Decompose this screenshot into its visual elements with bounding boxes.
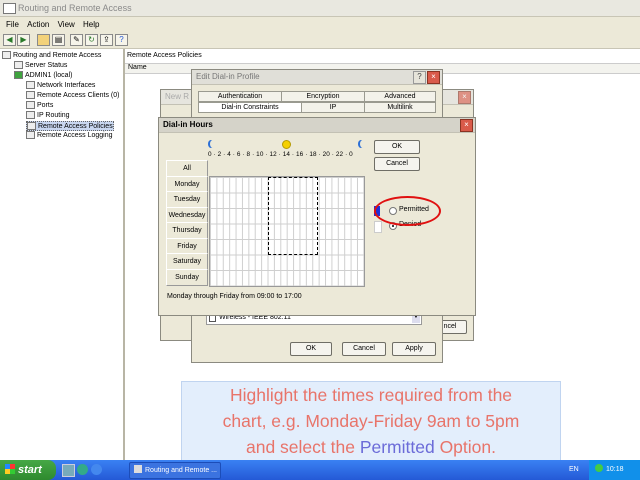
tree-item-root[interactable]: Routing and Remote Access xyxy=(2,51,101,59)
close-icon[interactable]: × xyxy=(427,71,440,84)
clock: 10:18 xyxy=(606,466,624,473)
close-icon[interactable]: × xyxy=(460,119,473,132)
tab-encryption[interactable]: Encryption xyxy=(281,91,365,102)
instruction-line-2: chart, e.g. Monday-Friday 9am to 5pm xyxy=(222,411,520,431)
back-icon[interactable]: ◀ xyxy=(3,34,16,46)
tree-item-remote-access-clients[interactable]: Remote Access Clients (0) xyxy=(26,91,119,99)
export-icon[interactable]: ⇪ xyxy=(100,34,113,46)
show-desktop-icon[interactable] xyxy=(62,464,75,477)
taskbar: start Routing and Remote ... EN 10:18 xyxy=(0,460,640,480)
properties-icon[interactable]: ✎ xyxy=(70,34,83,46)
system-tray: 10:18 xyxy=(589,460,640,480)
instruction-highlight: Permitted xyxy=(359,437,435,457)
day-button-sunday[interactable]: Sunday xyxy=(166,269,208,286)
up-folder-icon[interactable] xyxy=(37,34,50,46)
tab-advanced[interactable]: Advanced xyxy=(364,91,436,102)
help-icon[interactable]: ? xyxy=(115,34,128,46)
tree-item-admin1[interactable]: ADMIN1 (local) xyxy=(14,71,72,79)
close-icon[interactable]: × xyxy=(458,91,471,104)
hours-grid-area: All Monday Tuesday Wednesday Thursday Fr… xyxy=(166,160,365,287)
windows-logo-icon xyxy=(5,464,15,474)
server-icon xyxy=(2,51,11,59)
moon-icon-end xyxy=(360,140,366,148)
clients-icon xyxy=(26,91,35,99)
server-green-icon xyxy=(14,71,23,79)
instruction-line-1: Highlight the times required from the xyxy=(229,385,513,405)
sun-icon xyxy=(282,140,291,149)
selection-rectangle xyxy=(268,177,318,255)
network-icon xyxy=(26,81,35,89)
tree-item-ports[interactable]: Ports xyxy=(26,101,53,109)
policy-icon xyxy=(27,122,36,130)
denied-marker xyxy=(374,221,382,233)
network-tray-icon[interactable] xyxy=(595,464,603,472)
media-checkbox[interactable] xyxy=(209,315,216,322)
menu-help[interactable]: Help xyxy=(83,20,99,29)
dialin-hours-dialog: Dial-in Hours × 0 · 2 · 4 · 6 · 8 · 10 ·… xyxy=(158,117,476,316)
day-button-tuesday[interactable]: Tuesday xyxy=(166,191,208,208)
tab-ip[interactable]: IP xyxy=(301,102,365,113)
menu-view[interactable]: View xyxy=(58,20,75,29)
pane-header: Remote Access Policies xyxy=(127,52,202,59)
menu-bar: File Action View Help xyxy=(0,17,640,31)
refresh-icon[interactable]: ↻ xyxy=(85,34,98,46)
tree-item-remote-access-policies[interactable]: Remote Access Policies xyxy=(26,121,114,131)
window-titlebar: Routing and Remote Access xyxy=(0,0,640,17)
menu-action[interactable]: Action xyxy=(27,20,49,29)
taskbar-item-routing[interactable]: Routing and Remote ... xyxy=(129,462,221,479)
window-title: Routing and Remote Access xyxy=(18,3,132,13)
ports-icon xyxy=(26,101,35,109)
hour-scale: 0 · 2 · 4 · 6 · 8 · 10 · 12 · 14 · 16 · … xyxy=(208,151,353,158)
tree-item-ip-routing[interactable]: IP Routing xyxy=(26,111,70,119)
tree-item-network-interfaces[interactable]: Network Interfaces xyxy=(26,81,95,89)
language-indicator[interactable]: EN xyxy=(569,466,579,473)
start-button[interactable]: start xyxy=(0,460,56,480)
status-icon xyxy=(14,61,23,69)
toolbar: ◀ ▶ ▤ ✎ ↻ ⇪ ? xyxy=(0,31,640,49)
hours-ok-button[interactable]: OK xyxy=(374,140,420,154)
app-icon xyxy=(3,3,16,14)
ie-icon[interactable] xyxy=(91,464,102,475)
instruction-line-3: and select the Permitted Option. xyxy=(245,437,496,457)
tree-item-server-status[interactable]: Server Status xyxy=(14,61,67,69)
tab-authentication[interactable]: Authentication xyxy=(198,91,282,102)
moon-icon xyxy=(210,140,216,148)
menu-file[interactable]: File xyxy=(6,20,19,29)
hours-grid[interactable] xyxy=(209,176,365,287)
app-icon-small xyxy=(134,465,142,473)
highlight-annotation-circle xyxy=(374,196,441,226)
tree-pane: Routing and Remote Access Server Status … xyxy=(0,49,125,460)
day-button-all[interactable]: All xyxy=(166,160,208,177)
tree-item-remote-access-logging[interactable]: Remote Access Logging xyxy=(26,131,113,139)
profile-cancel-button[interactable]: Cancel xyxy=(342,342,386,356)
profile-apply-button[interactable]: Apply xyxy=(392,342,436,356)
media-player-icon[interactable] xyxy=(77,464,88,475)
hours-cancel-button[interactable]: Cancel xyxy=(374,157,420,171)
logging-icon xyxy=(26,131,35,139)
profile-ok-button[interactable]: OK xyxy=(290,342,332,356)
routing-icon xyxy=(26,111,35,119)
tab-multilink[interactable]: Multilink xyxy=(364,102,436,113)
hours-summary: Monday through Friday from 09:00 to 17:0… xyxy=(167,293,302,300)
forward-icon[interactable]: ▶ xyxy=(17,34,30,46)
day-button-thursday[interactable]: Thursday xyxy=(166,222,208,239)
day-button-saturday[interactable]: Saturday xyxy=(166,253,208,270)
help-question-icon[interactable]: ? xyxy=(413,71,426,84)
instruction-callout: Highlight the times required from the ch… xyxy=(181,381,561,465)
show-tree-icon[interactable]: ▤ xyxy=(52,34,65,46)
tab-dialin-constraints[interactable]: Dial-in Constraints xyxy=(198,102,302,113)
